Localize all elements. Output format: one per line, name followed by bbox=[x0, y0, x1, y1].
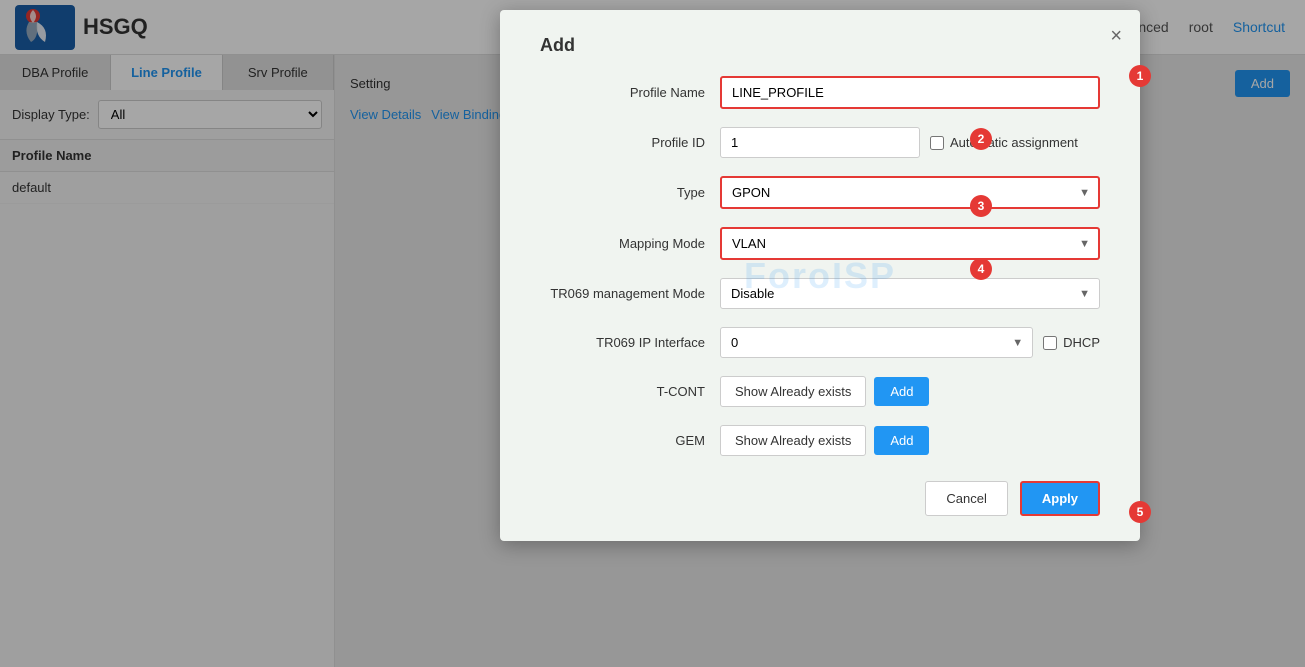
auto-assign-label: Automatic assignment bbox=[930, 135, 1078, 150]
tcont-label: T-CONT bbox=[540, 384, 720, 399]
apply-button[interactable]: Apply bbox=[1020, 481, 1100, 516]
type-select-wrapper: GPON EPON ▼ bbox=[720, 176, 1100, 209]
badge-4: 4 bbox=[970, 258, 992, 280]
tr069-mode-label: TR069 management Mode bbox=[540, 286, 720, 301]
tr069-ip-controls: 0 ▼ DHCP bbox=[720, 327, 1100, 358]
profile-id-controls: Automatic assignment bbox=[720, 127, 1078, 158]
tcont-show-button[interactable]: Show Already exists bbox=[720, 376, 866, 407]
badge-5: 5 bbox=[1129, 501, 1151, 523]
modal-close-button[interactable]: × bbox=[1110, 25, 1122, 48]
tcont-row: T-CONT Show Already exists Add bbox=[540, 376, 1100, 407]
gem-add-button[interactable]: Add bbox=[874, 426, 929, 455]
gem-show-button[interactable]: Show Already exists bbox=[720, 425, 866, 456]
profile-name-label: Profile Name bbox=[540, 85, 720, 100]
mapping-mode-select[interactable]: VLAN GEM Port bbox=[720, 227, 1100, 260]
modal-title: Add bbox=[540, 35, 1100, 56]
badge-3: 3 bbox=[970, 195, 992, 217]
profile-id-input[interactable] bbox=[720, 127, 920, 158]
modal-box: ForoISP Add × 1 Profile Name 2 Profile I… bbox=[500, 10, 1140, 541]
badge-1: 1 bbox=[1129, 65, 1151, 87]
gem-row: GEM Show Already exists Add bbox=[540, 425, 1100, 456]
modal-footer: Cancel Apply bbox=[540, 481, 1100, 516]
gem-controls: Show Already exists Add bbox=[720, 425, 1100, 456]
profile-name-input[interactable] bbox=[720, 76, 1100, 109]
tr069-ip-select[interactable]: 0 bbox=[720, 327, 1033, 358]
profile-id-row: Profile ID Automatic assignment bbox=[540, 127, 1100, 158]
tcont-add-button[interactable]: Add bbox=[874, 377, 929, 406]
type-row: Type GPON EPON ▼ bbox=[540, 176, 1100, 209]
tr069-ip-row: TR069 IP Interface 0 ▼ DHCP bbox=[540, 327, 1100, 358]
mapping-mode-row: Mapping Mode VLAN GEM Port ▼ bbox=[540, 227, 1100, 260]
tr069-ip-select-wrapper: 0 ▼ bbox=[720, 327, 1033, 358]
auto-assign-checkbox[interactable] bbox=[930, 136, 944, 150]
type-label: Type bbox=[540, 185, 720, 200]
tcont-controls: Show Already exists Add bbox=[720, 376, 1100, 407]
dhcp-label: DHCP bbox=[1043, 335, 1100, 350]
tr069-mode-row: TR069 management Mode Disable Enable ▼ bbox=[540, 278, 1100, 309]
type-select[interactable]: GPON EPON bbox=[720, 176, 1100, 209]
badge-2: 2 bbox=[970, 128, 992, 150]
profile-name-row: Profile Name bbox=[540, 76, 1100, 109]
tr069-ip-label: TR069 IP Interface bbox=[540, 335, 720, 350]
modal-container: ForoISP Add × 1 Profile Name 2 Profile I… bbox=[335, 0, 1305, 667]
mapping-mode-label: Mapping Mode bbox=[540, 236, 720, 251]
tr069-mode-select-wrapper: Disable Enable ▼ bbox=[720, 278, 1100, 309]
mapping-mode-select-wrapper: VLAN GEM Port ▼ bbox=[720, 227, 1100, 260]
profile-id-label: Profile ID bbox=[540, 135, 720, 150]
tr069-mode-select[interactable]: Disable Enable bbox=[720, 278, 1100, 309]
gem-label: GEM bbox=[540, 433, 720, 448]
dhcp-checkbox[interactable] bbox=[1043, 336, 1057, 350]
cancel-button[interactable]: Cancel bbox=[925, 481, 1007, 516]
